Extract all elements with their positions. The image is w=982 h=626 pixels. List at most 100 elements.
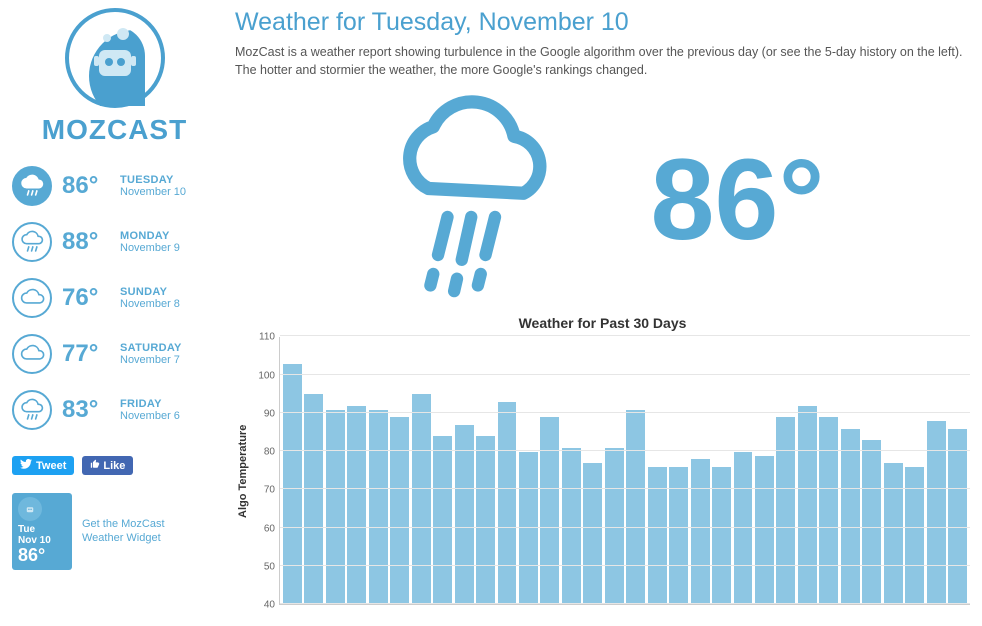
forecast-day[interactable]: 76° SUNDAYNovember 8 bbox=[12, 270, 217, 326]
chart-bar bbox=[862, 440, 881, 604]
chart-bar bbox=[884, 463, 903, 604]
forecast-day[interactable]: 77° SATURDAYNovember 7 bbox=[12, 326, 217, 382]
forecast-date: November 6 bbox=[120, 410, 180, 422]
forecast-day[interactable]: 88° MONDAYNovember 9 bbox=[12, 214, 217, 270]
forecast-date: November 7 bbox=[120, 354, 182, 366]
forecast-dayname: SATURDAY bbox=[120, 342, 182, 354]
tweet-button[interactable]: Tweet bbox=[12, 456, 74, 475]
chart-title: Weather for Past 30 Days bbox=[235, 315, 970, 331]
forecast-dayname: TUESDAY bbox=[120, 174, 186, 186]
chart-ylabel: Algo Temperature bbox=[235, 337, 251, 605]
chart-bar bbox=[283, 364, 302, 604]
chart-bar bbox=[498, 402, 517, 604]
forecast-dayname: SUNDAY bbox=[120, 286, 180, 298]
chart-yaxis: 405060708090100110 bbox=[251, 337, 279, 605]
chart-gridline bbox=[280, 488, 970, 489]
chart-gridline bbox=[280, 450, 970, 451]
chart-ytick: 40 bbox=[264, 600, 275, 611]
rain-icon bbox=[12, 166, 52, 206]
chart-ytick: 110 bbox=[259, 332, 275, 343]
forecast-meta: SUNDAYNovember 8 bbox=[120, 286, 180, 310]
hero-weather-icon bbox=[381, 93, 571, 308]
chart-bar bbox=[412, 394, 431, 604]
forecast-date: November 10 bbox=[120, 186, 186, 198]
chart-bar bbox=[369, 410, 388, 605]
hero: 86° bbox=[235, 85, 970, 315]
forecast-dayname: FRIDAY bbox=[120, 398, 180, 410]
forecast-temp: 77° bbox=[62, 340, 110, 368]
forecast-date: November 9 bbox=[120, 242, 180, 254]
chart-bar bbox=[691, 459, 710, 604]
forecast-meta: FRIDAYNovember 6 bbox=[120, 398, 180, 422]
chart-block: Weather for Past 30 Days Algo Temperatur… bbox=[235, 315, 970, 605]
forecast-meta: SATURDAYNovember 7 bbox=[120, 342, 182, 366]
chart-bar bbox=[776, 417, 795, 604]
tweet-label: Tweet bbox=[36, 460, 66, 472]
chart-bar bbox=[326, 410, 345, 605]
forecast-meta: MONDAYNovember 9 bbox=[120, 230, 180, 254]
chart-bar bbox=[798, 406, 817, 604]
forecast-temp: 76° bbox=[62, 284, 110, 312]
logo-block: MOZCAST bbox=[12, 8, 217, 146]
brand-text: MOZCAST bbox=[12, 114, 217, 146]
cloud-icon bbox=[12, 278, 52, 318]
forecast-day[interactable]: 83° FRIDAYNovember 6 bbox=[12, 382, 217, 438]
rain-icon bbox=[12, 390, 52, 430]
chart-bar bbox=[755, 456, 774, 605]
chart-plot bbox=[279, 337, 970, 605]
forecast-meta: TUESDAYNovember 10 bbox=[120, 174, 186, 198]
chart-bar bbox=[519, 452, 538, 605]
chart-bar bbox=[583, 463, 602, 604]
like-label: Like bbox=[103, 460, 125, 472]
widget-tile[interactable]: Tue Nov 10 86° bbox=[12, 493, 72, 570]
social-row: Tweet Like bbox=[12, 456, 217, 475]
forecast-dayname: MONDAY bbox=[120, 230, 180, 242]
chart-ytick: 100 bbox=[258, 370, 275, 381]
chart-bar bbox=[948, 429, 967, 604]
chart-gridline bbox=[280, 374, 970, 375]
chart-gridline bbox=[280, 527, 970, 528]
twitter-icon bbox=[20, 459, 32, 472]
chart-bar bbox=[455, 425, 474, 604]
forecast-temp: 83° bbox=[62, 396, 110, 424]
forecast-date: November 8 bbox=[120, 298, 180, 310]
chart-bar bbox=[734, 452, 753, 605]
chart-bar bbox=[476, 436, 495, 604]
chart-ytick: 60 bbox=[264, 523, 275, 534]
subtitle: MozCast is a weather report showing turb… bbox=[235, 43, 970, 79]
widget-tile-day: Tue bbox=[18, 524, 66, 535]
page-title: Weather for Tuesday, November 10 bbox=[235, 8, 970, 37]
forecast-list: 86° TUESDAYNovember 10 88° MONDAYNovember 9… bbox=[12, 158, 217, 438]
chart-gridline bbox=[280, 412, 970, 413]
like-button[interactable]: Like bbox=[82, 456, 133, 475]
chart-bar bbox=[927, 421, 946, 604]
chart-bar bbox=[626, 410, 645, 605]
chart-bar bbox=[390, 417, 409, 604]
chart-bar bbox=[304, 394, 323, 604]
chart-bar bbox=[819, 417, 838, 604]
sidebar: MOZCAST 86°TUESDAYNovember 1088°MONDAYNo… bbox=[12, 8, 217, 626]
widget-tile-icon bbox=[18, 497, 42, 521]
chart-ytick: 70 bbox=[264, 485, 275, 496]
cloud-icon bbox=[12, 334, 52, 374]
forecast-temp: 86° bbox=[62, 172, 110, 200]
chart-ytick: 90 bbox=[264, 408, 275, 419]
chart: Algo Temperature 405060708090100110 bbox=[235, 337, 970, 605]
chart-gridline bbox=[280, 335, 970, 336]
hero-temp: 86° bbox=[651, 143, 825, 258]
forecast-temp: 88° bbox=[62, 228, 110, 256]
chart-bar bbox=[841, 429, 860, 604]
widget-box: Tue Nov 10 86° Get the MozCast Weather W… bbox=[12, 493, 217, 570]
thumbs-up-icon bbox=[90, 459, 100, 472]
widget-tile-temp: 86° bbox=[18, 546, 66, 566]
chart-ytick: 80 bbox=[264, 447, 275, 458]
chart-bar bbox=[347, 406, 366, 604]
logo-icon bbox=[65, 8, 165, 108]
rain-icon bbox=[12, 222, 52, 262]
chart-gridline bbox=[280, 565, 970, 566]
chart-bar bbox=[433, 436, 452, 604]
forecast-day[interactable]: 86° TUESDAYNovember 10 bbox=[12, 158, 217, 214]
main: Weather for Tuesday, November 10 MozCast… bbox=[217, 8, 970, 626]
widget-link[interactable]: Get the MozCast Weather Widget bbox=[82, 517, 192, 546]
chart-ytick: 50 bbox=[264, 561, 275, 572]
